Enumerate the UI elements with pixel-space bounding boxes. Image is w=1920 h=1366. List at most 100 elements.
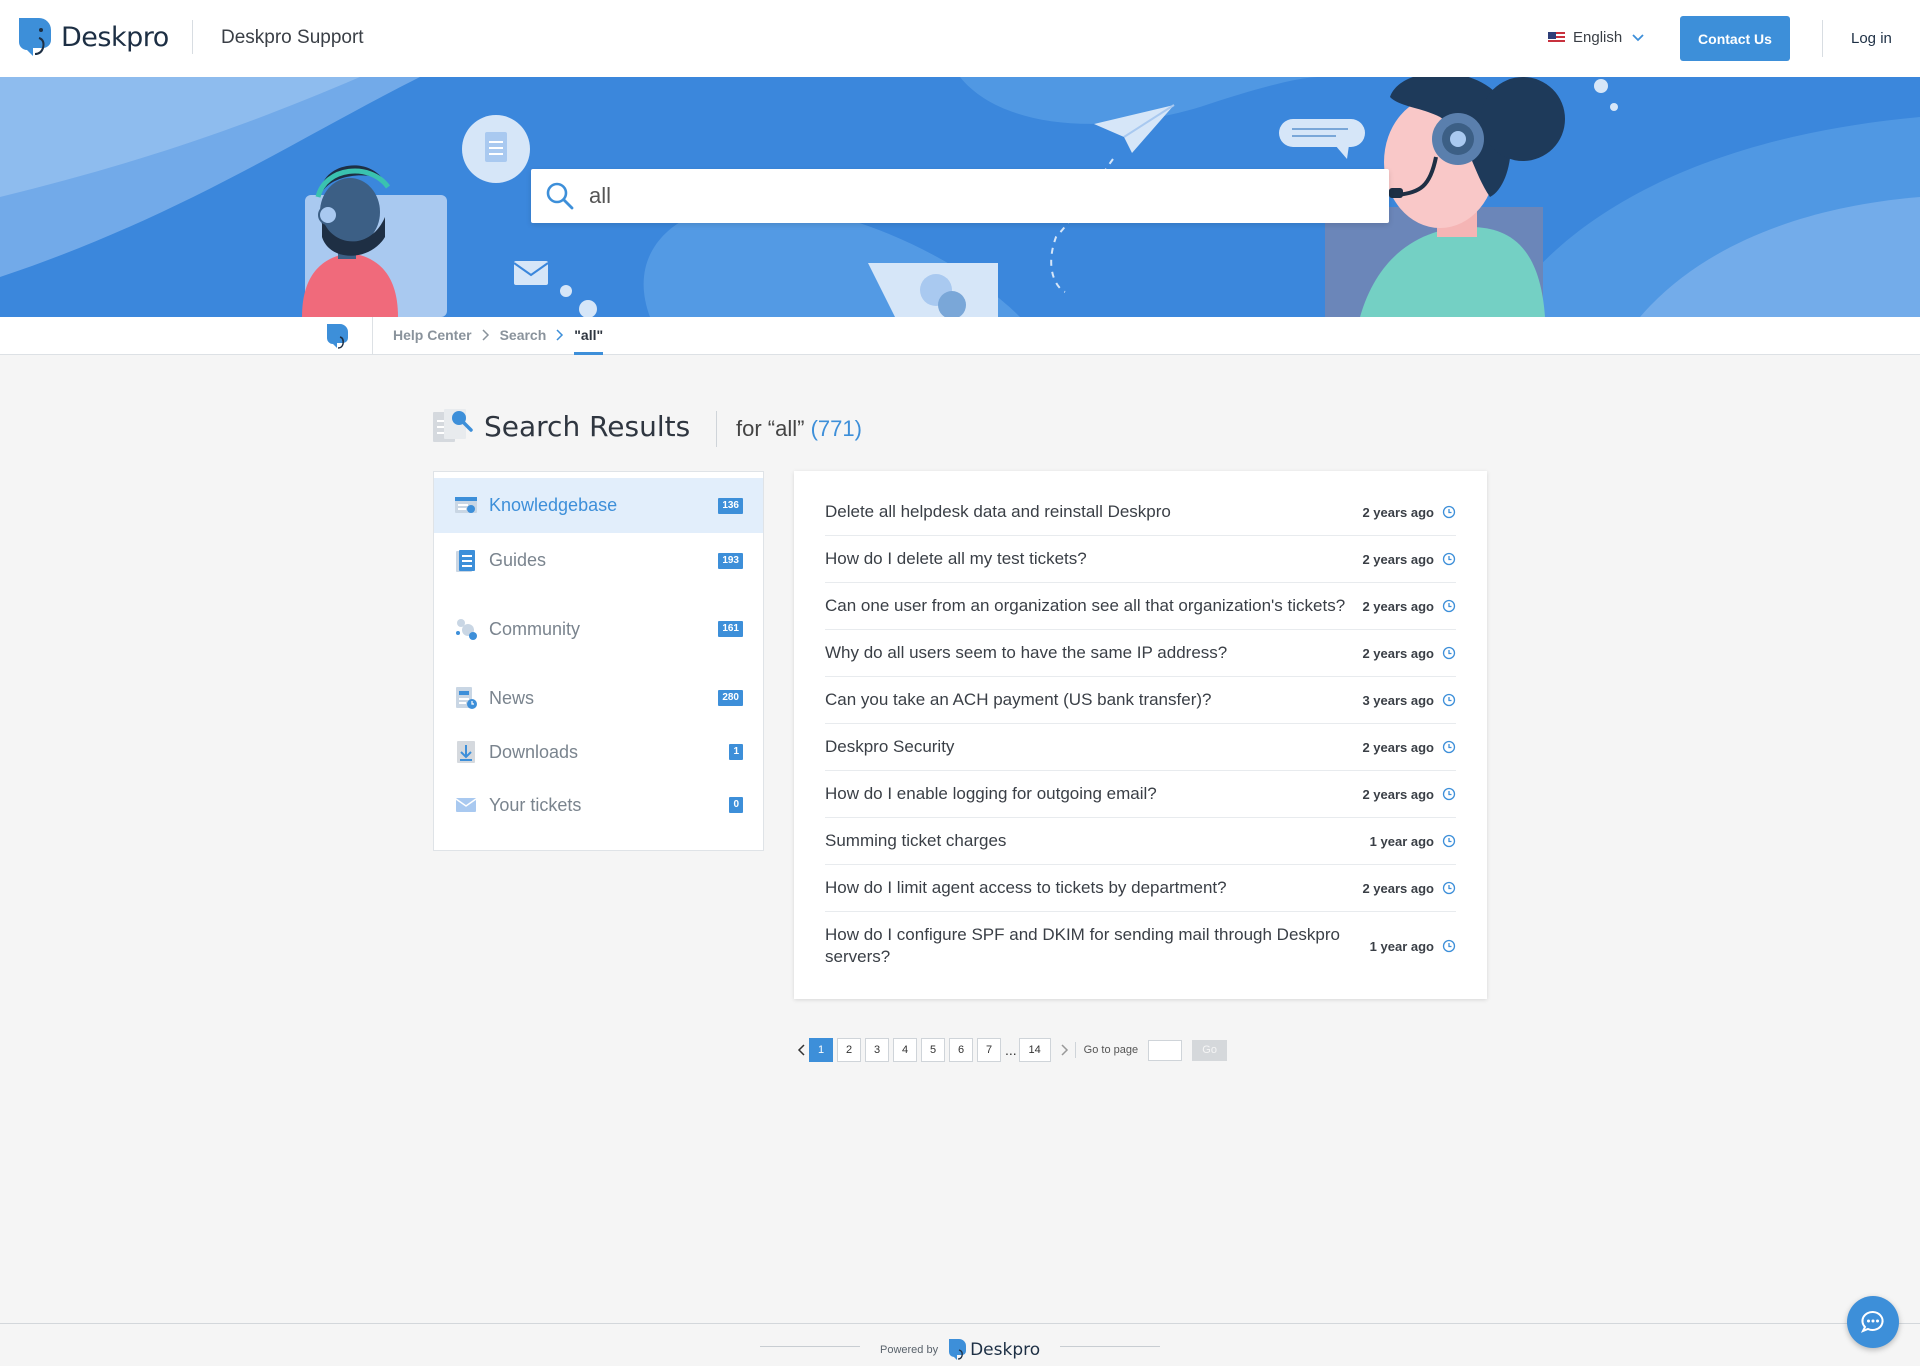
page-button-7[interactable]: 7: [977, 1038, 1001, 1062]
result-row[interactable]: Delete all helpdesk data and reinstall D…: [825, 489, 1456, 536]
login-link[interactable]: Log in: [1851, 30, 1892, 47]
next-page-button[interactable]: [1059, 1038, 1071, 1062]
result-time: 2 years ago: [1362, 786, 1434, 802]
pagination-ellipsis: ...: [1005, 1042, 1017, 1058]
breadcrumb-divider: [372, 317, 373, 355]
result-row[interactable]: Can you take an ACH payment (US bank tra…: [825, 677, 1456, 724]
breadcrumb-search[interactable]: Search: [500, 327, 547, 343]
result-row[interactable]: Deskpro Security 2 years ago: [825, 724, 1456, 771]
search-bar[interactable]: [531, 169, 1389, 223]
pagination-divider: [1074, 1042, 1076, 1058]
downloads-icon: [457, 741, 475, 763]
sidebar-item-your-tickets[interactable]: Your tickets 0: [434, 778, 763, 832]
language-selector[interactable]: English: [1548, 29, 1644, 46]
results-count: (771): [810, 416, 862, 441]
clock-icon: [1442, 552, 1456, 566]
login-divider: [1822, 20, 1823, 57]
result-title[interactable]: Deskpro Security: [825, 736, 1365, 758]
results-query: for “all” (771): [736, 416, 862, 442]
clock-icon: [1442, 505, 1456, 519]
results-category-sidebar: Knowledgebase 136 Guides 193 Community 1…: [433, 471, 764, 851]
powered-by[interactable]: Powered by Deskpro: [880, 1338, 1040, 1362]
page-button-2[interactable]: 2: [837, 1038, 861, 1062]
sidebar-item-knowledgebase[interactable]: Knowledgebase 136: [434, 478, 763, 533]
result-row[interactable]: Why do all users seem to have the same I…: [825, 630, 1456, 677]
footer: Powered by Deskpro: [0, 1323, 1920, 1366]
title-divider: [716, 411, 717, 447]
result-title[interactable]: Summing ticket charges: [825, 830, 1365, 852]
clock-icon: [1442, 646, 1456, 660]
sidebar-item-community[interactable]: Community 161: [434, 588, 763, 670]
go-button[interactable]: Go: [1192, 1039, 1228, 1061]
clock-icon: [1442, 693, 1456, 707]
deskpro-logo[interactable]: Deskpro: [17, 16, 169, 58]
chevron-right-icon: [556, 329, 564, 341]
result-row[interactable]: How do I enable logging for outgoing ema…: [825, 771, 1456, 818]
count-badge: 1: [729, 744, 743, 760]
result-title[interactable]: Can you take an ACH payment (US bank tra…: [825, 689, 1365, 711]
prev-page-button[interactable]: [795, 1038, 807, 1062]
footer-line-right: [1060, 1346, 1160, 1347]
sidebar-item-guides[interactable]: Guides 193: [434, 533, 763, 588]
hero-banner: [0, 77, 1920, 317]
deskpro-logo-icon: [19, 18, 51, 56]
pagination: 1 2 3 4 5 6 7 ... 14 Go to page Go: [795, 1038, 1228, 1062]
page-button-last[interactable]: 14: [1018, 1038, 1051, 1062]
sidebar-item-downloads[interactable]: Downloads 1: [434, 726, 763, 778]
chevron-right-icon: [482, 329, 489, 341]
page-button-6[interactable]: 6: [949, 1038, 973, 1062]
sidebar-item-label: News: [489, 687, 535, 708]
result-title[interactable]: Delete all helpdesk data and reinstall D…: [825, 501, 1365, 523]
result-time: 2 years ago: [1362, 504, 1434, 520]
result-title[interactable]: How do I enable logging for outgoing ema…: [825, 783, 1365, 805]
result-title[interactable]: Can one user from an organization see al…: [825, 595, 1385, 617]
result-row[interactable]: How do I configure SPF and DKIM for send…: [825, 912, 1456, 980]
page-button-5[interactable]: 5: [921, 1038, 945, 1062]
result-time: 2 years ago: [1362, 551, 1434, 567]
chat-bubble-icon: [1860, 1311, 1884, 1333]
results-heading: Search Results: [432, 406, 690, 446]
result-title[interactable]: How do I delete all my test tickets?: [825, 548, 1365, 570]
clock-icon: [1442, 939, 1456, 953]
sidebar-item-label: Guides: [489, 550, 547, 570]
sidebar-item-label: Community: [489, 618, 581, 639]
result-title[interactable]: How do I configure SPF and DKIM for send…: [825, 924, 1365, 968]
search-icon: [546, 182, 574, 210]
result-time: 1 year ago: [1369, 833, 1434, 849]
sidebar-item-label: Your tickets: [489, 794, 582, 815]
result-row[interactable]: How do I delete all my test tickets? 2 y…: [825, 536, 1456, 583]
sidebar-item-news[interactable]: News 280: [434, 670, 763, 726]
language-label: English: [1573, 29, 1623, 46]
result-time: 2 years ago: [1362, 739, 1434, 755]
search-results-list: Delete all helpdesk data and reinstall D…: [794, 471, 1487, 999]
guides-icon: [456, 549, 475, 572]
result-time: 2 years ago: [1362, 645, 1434, 661]
result-title[interactable]: Why do all users seem to have the same I…: [825, 642, 1365, 664]
result-time: 3 years ago: [1362, 692, 1434, 708]
result-row[interactable]: Can one user from an organization see al…: [825, 583, 1456, 630]
result-time: 2 years ago: [1362, 880, 1434, 896]
page-title: Search Results: [484, 409, 691, 443]
clock-icon: [1442, 834, 1456, 848]
result-row[interactable]: Summing ticket charges 1 year ago: [825, 818, 1456, 865]
home-logo-icon[interactable]: [325, 322, 351, 350]
count-badge: 136: [718, 497, 743, 514]
chevron-down-icon: [1632, 33, 1644, 41]
page-button-3[interactable]: 3: [865, 1038, 889, 1062]
breadcrumb-help-center[interactable]: Help Center: [393, 327, 472, 343]
result-title[interactable]: How do I limit agent access to tickets b…: [825, 877, 1365, 899]
clock-icon: [1442, 599, 1456, 613]
result-row[interactable]: How do I limit agent access to tickets b…: [825, 865, 1456, 912]
goto-page-input[interactable]: [1148, 1039, 1183, 1061]
chat-widget-button[interactable]: [1847, 1296, 1899, 1348]
search-input[interactable]: [589, 183, 1349, 209]
site-name: Deskpro Support: [221, 27, 364, 48]
page-button-4[interactable]: 4: [893, 1038, 917, 1062]
clock-icon: [1442, 787, 1456, 801]
count-badge: 193: [718, 552, 743, 569]
logo-text: Deskpro: [61, 21, 169, 53]
contact-us-button[interactable]: Contact Us: [1680, 16, 1790, 61]
result-time: 1 year ago: [1369, 938, 1434, 954]
breadcrumb-current: "all": [574, 327, 604, 355]
page-button-1[interactable]: 1: [809, 1038, 833, 1062]
